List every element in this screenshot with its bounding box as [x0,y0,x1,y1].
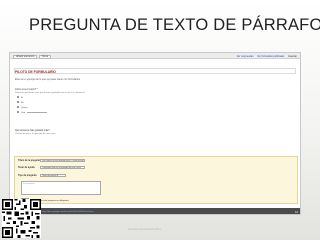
form-title-field[interactable] [14,68,296,74]
form-editor-screenshot: Añadir elemento Tema Ver respuestas Ver … [9,52,301,215]
add-item-button[interactable]: Añadir elemento [13,54,38,60]
option-quizas[interactable]: Quizás [17,106,28,109]
question-title-label: Título de la pregunta [18,159,41,162]
radio-icon[interactable] [17,101,20,104]
option-si[interactable]: Sí [17,96,23,99]
bottom-status-bar: Puedes verlo publicado en: https://docs.… [10,208,300,214]
other-text-input[interactable] [26,111,47,113]
option-no[interactable]: No [17,101,24,104]
chevron-down-icon: ▾ [57,175,59,177]
view-live-form-link[interactable]: Ver formulario publicado [257,55,284,58]
app-toolbar: Añadir elemento Tema Ver respuestas Ver … [10,53,300,60]
radio-icon[interactable] [17,106,20,109]
view-responses-link[interactable]: Ver respuestas [237,55,254,58]
question1-help: Valora de qué forma crees que te está ay… [15,91,85,94]
form-description: Este es un ejemplo de lo que se puede ha… [15,78,80,81]
question-title-input[interactable]: Qué temas te han gustado más? (Texto de … [40,159,85,163]
question2-help: Cuéntanos qué te ha gustado de este curs… [15,132,56,135]
radio-icon[interactable] [17,96,20,99]
answer-textarea[interactable]: Su respuesta [21,181,101,195]
question-type-label: Tipo de pregunta [18,174,37,177]
question-type-select[interactable]: Texto de párrafo ▾ [40,174,66,178]
qr-code-icon [2,199,41,238]
help-text-input[interactable]: Cuéntanos qué te ha gustado de este curs… [40,166,85,170]
question-edit-panel: Título de la pregunta Qué temas te han g… [14,156,298,204]
published-link[interactable]: https://docs.google.com/forms/d/1a2b3c4d… [42,211,94,213]
theme-button[interactable]: Tema [38,54,52,60]
option-otro[interactable]: Otro: [17,111,47,114]
radio-icon[interactable] [17,111,20,114]
form-title: PILOTO DE FORMULARIO [15,70,56,74]
save-button[interactable]: Guardar [288,55,297,58]
page-number: 12 [295,210,298,214]
help-text-label: Texto de ayuda [18,166,35,169]
slide-title: PREGUNTA DE TEXTO DE PÁRRAFO [29,16,320,34]
slide-footer: Jornadas de formación 2014 [128,228,161,231]
